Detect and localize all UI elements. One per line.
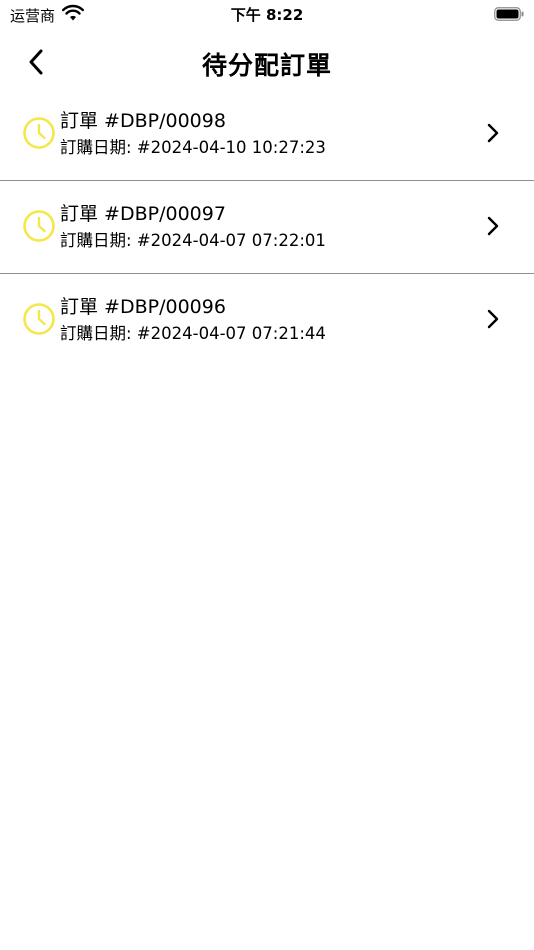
clock-icon	[23, 210, 55, 242]
order-date: 訂購日期: #2024-04-10 10:27:23	[60, 138, 326, 157]
chevron-right-icon	[487, 309, 499, 329]
battery-icon	[494, 7, 524, 21]
page-title: 待分配訂單	[201, 51, 332, 80]
order-date: 訂購日期: #2024-04-07 07:22:01	[60, 231, 326, 250]
order-date: 訂購日期: #2024-04-07 07:21:44	[60, 324, 326, 343]
order-number: 訂單 #DBP/00097	[60, 203, 226, 225]
clock-icon	[23, 117, 55, 149]
clock-icon	[23, 303, 55, 335]
order-row[interactable]: 訂單 #DBP/00097 訂購日期: #2024-04-07 07:22:01	[0, 181, 534, 274]
status-bar: 运营商 下午 8:22	[0, 0, 534, 28]
chevron-right-icon	[487, 216, 499, 236]
order-list: 訂單 #DBP/00098 訂購日期: #2024-04-10 10:27:23…	[0, 88, 534, 367]
chevron-right-icon	[487, 123, 499, 143]
order-number: 訂單 #DBP/00096	[60, 296, 226, 318]
navigation-bar: 待分配訂單	[0, 36, 534, 90]
order-row[interactable]: 訂單 #DBP/00098 訂購日期: #2024-04-10 10:27:23	[0, 88, 534, 181]
status-time: 下午 8:22	[230, 6, 304, 24]
order-row[interactable]: 訂單 #DBP/00096 訂購日期: #2024-04-07 07:21:44	[0, 274, 534, 367]
order-number: 訂單 #DBP/00098	[60, 110, 226, 132]
